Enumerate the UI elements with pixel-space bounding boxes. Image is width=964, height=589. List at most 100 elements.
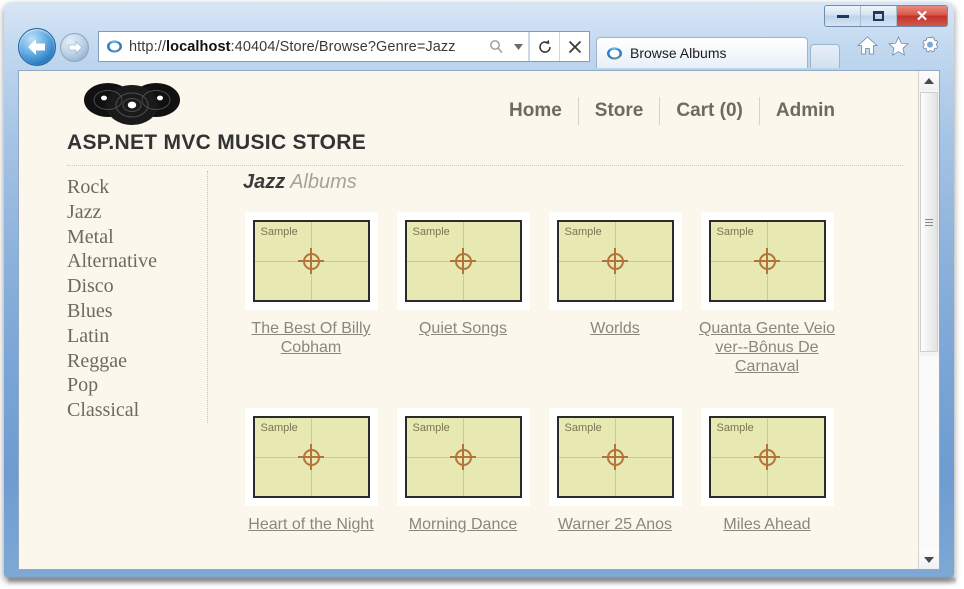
album-title-link[interactable]: The Best Of Billy Cobham (235, 319, 387, 357)
tab-label: Browse Albums (630, 45, 727, 61)
album-title-link[interactable]: Miles Ahead (691, 515, 843, 534)
album-tile[interactable]: Sample Quiet Songs (387, 212, 539, 376)
nav-item-admin[interactable]: Admin (760, 100, 851, 122)
url-text: http://localhost:40404/Store/Browse?Genr… (129, 38, 456, 55)
home-icon[interactable] (857, 36, 878, 56)
album-thumbnail-frame: Sample (548, 408, 682, 506)
sidebar-item-blues[interactable]: Blues (67, 299, 207, 324)
album-row: Sample Heart of the Night Sample Morning… (235, 408, 895, 534)
back-button[interactable] (18, 28, 56, 66)
album-title-link[interactable]: Worlds (539, 319, 691, 338)
album-tile[interactable]: Sample Morning Dance (387, 408, 539, 534)
sample-label: Sample (716, 226, 754, 238)
sidebar-item-disco[interactable]: Disco (67, 274, 207, 299)
search-glyph (489, 40, 503, 53)
chevron-down-icon (924, 556, 934, 563)
window-shadow (8, 578, 956, 584)
internet-explorer-icon (107, 40, 122, 53)
search-icon[interactable] (483, 32, 509, 61)
refresh-button[interactable] (529, 32, 559, 61)
sidebar-item-classical[interactable]: Classical (67, 398, 207, 423)
nav-item-store[interactable]: Store (579, 100, 660, 122)
back-icon (28, 39, 45, 55)
target-ring-icon (758, 252, 776, 270)
nav-item-cart[interactable]: Cart (0) (660, 100, 759, 122)
sidebar-item-jazz[interactable]: Jazz (67, 200, 207, 225)
scroll-up-button[interactable] (919, 71, 939, 90)
albums-panel: Jazz Albums Sample The Best Of Billy Cob… (235, 171, 895, 534)
window-controls: ✕ (824, 5, 948, 27)
forward-button[interactable] (60, 33, 89, 62)
target-ring-icon (454, 448, 472, 466)
scroll-down-button[interactable] (919, 550, 939, 569)
close-button[interactable]: ✕ (897, 6, 947, 26)
album-cover-placeholder: Sample (404, 220, 522, 302)
album-tile[interactable]: Sample Warner 25 Anos (539, 408, 691, 534)
album-row: Sample The Best Of Billy Cobham Sample Q… (235, 212, 895, 376)
album-tile[interactable]: Sample Miles Ahead (691, 408, 843, 534)
close-icon: ✕ (915, 7, 929, 25)
gear-icon[interactable] (919, 36, 940, 56)
sidebar-item-pop[interactable]: Pop (67, 373, 207, 398)
page-viewport: ASP.NET MVC MUSIC STORE Home Store Cart … (18, 70, 940, 570)
album-tile[interactable]: Sample Worlds (539, 212, 691, 376)
sidebar-item-rock[interactable]: Rock (67, 175, 207, 200)
target-ring-icon (758, 448, 776, 466)
album-thumbnail-frame: Sample (700, 212, 834, 310)
stop-x-icon (568, 40, 581, 53)
sample-label: Sample (412, 422, 450, 434)
sidebar-item-metal[interactable]: Metal (67, 225, 207, 250)
main-nav: Home Store Cart (0) Admin (493, 97, 851, 125)
album-title-link[interactable]: Quanta Gente Veio ver--Bônus De Carnaval (691, 319, 843, 376)
new-tab-button[interactable] (810, 44, 840, 68)
target-ring-icon (302, 448, 320, 466)
refresh-icon (538, 39, 551, 53)
scrollbar-track[interactable] (919, 356, 939, 550)
album-thumbnail-frame: Sample (396, 408, 530, 506)
album-thumbnail-frame: Sample (700, 408, 834, 506)
sample-label: Sample (260, 422, 298, 434)
chevron-glyph (514, 43, 523, 50)
album-title-link[interactable]: Morning Dance (387, 515, 539, 534)
scrollbar-grip (925, 217, 933, 228)
browser-toolbar: http://localhost:40404/Store/Browse?Genr… (4, 26, 954, 68)
target-ring-icon (606, 252, 624, 270)
restore-button[interactable] (861, 6, 897, 26)
album-cover-placeholder: Sample (252, 416, 370, 498)
sample-label: Sample (564, 422, 602, 434)
stop-button[interactable] (559, 32, 589, 61)
tab-browse-albums[interactable]: Browse Albums (596, 37, 808, 68)
address-bar[interactable]: http://localhost:40404/Store/Browse?Genr… (98, 31, 590, 62)
album-tile[interactable]: Sample Quanta Gente Veio ver--Bônus De C… (691, 212, 843, 376)
page-content: ASP.NET MVC MUSIC STORE Home Store Cart … (19, 71, 919, 569)
album-title-link[interactable]: Warner 25 Anos (539, 515, 691, 534)
chevron-up-icon (924, 77, 934, 84)
albums-heading: Jazz Albums (243, 171, 895, 194)
album-title-link[interactable]: Heart of the Night (235, 515, 387, 534)
album-thumbnail-frame: Sample (396, 212, 530, 310)
minimize-icon (836, 14, 849, 18)
nav-item-home[interactable]: Home (493, 100, 578, 122)
restore-icon (873, 11, 884, 21)
album-tile[interactable]: Sample Heart of the Night (235, 408, 387, 534)
album-title-link[interactable]: Quiet Songs (387, 319, 539, 338)
sidebar-divider (207, 171, 208, 423)
sample-label: Sample (412, 226, 450, 238)
title-bar: ✕ (4, 2, 954, 28)
sidebar-item-latin[interactable]: Latin (67, 324, 207, 349)
page-title: ASP.NET MVC MUSIC STORE (67, 131, 367, 154)
browser-command-bar (857, 36, 940, 56)
album-thumbnail-frame: Sample (548, 212, 682, 310)
sample-label: Sample (716, 422, 754, 434)
album-tile[interactable]: Sample The Best Of Billy Cobham (235, 212, 387, 376)
sidebar-item-alternative[interactable]: Alternative (67, 249, 207, 274)
target-ring-icon (606, 448, 624, 466)
star-icon[interactable] (888, 36, 909, 56)
scrollbar-thumb[interactable] (920, 92, 938, 352)
browser-window: ✕ http://localhost:40404/Store/Browse?Ge… (4, 2, 954, 578)
vertical-scrollbar[interactable] (918, 71, 939, 569)
album-thumbnail-frame: Sample (244, 408, 378, 506)
sidebar-item-reggae[interactable]: Reggae (67, 349, 207, 374)
chevron-down-icon[interactable] (509, 32, 529, 61)
minimize-button[interactable] (825, 6, 861, 26)
